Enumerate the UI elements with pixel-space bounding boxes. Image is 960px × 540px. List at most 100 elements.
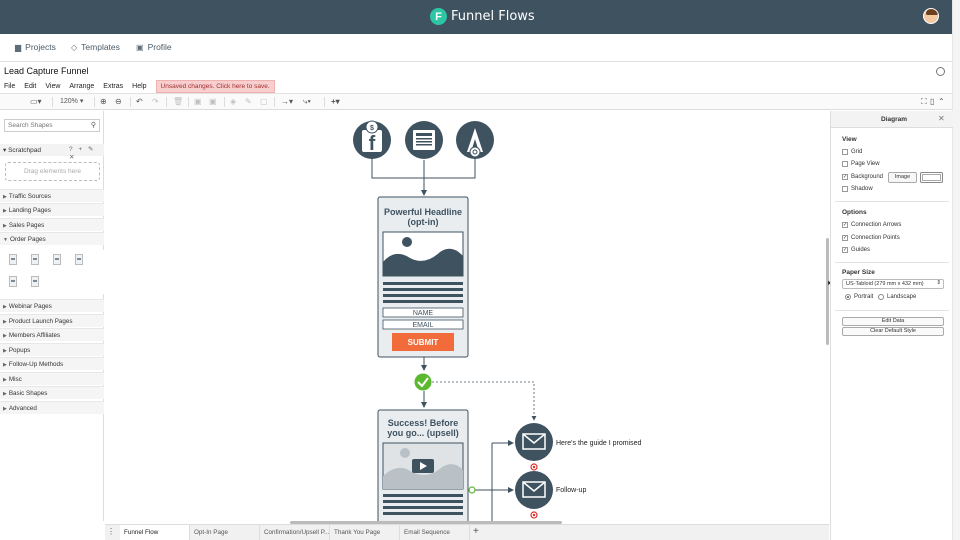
connection-point[interactable] — [468, 486, 476, 494]
order-page-shape[interactable] — [9, 254, 17, 265]
checkbox[interactable] — [842, 149, 848, 155]
shape-search[interactable]: ⚲ — [4, 119, 100, 132]
email-node-2[interactable] — [515, 471, 553, 509]
category-misc[interactable]: ▶ Misc — [0, 372, 104, 385]
checkbox-checked[interactable]: ✓ — [842, 235, 848, 241]
zoom-out-icon[interactable]: ⊖ — [115, 97, 122, 106]
waypoint-style-icon[interactable]: ⤷▾ — [303, 97, 311, 107]
guides-toggle[interactable]: ✓ Guides — [842, 247, 870, 253]
background-color-swatch[interactable] — [920, 172, 943, 183]
order-page-shape[interactable] — [31, 254, 39, 265]
portrait-option[interactable]: Portrait — [845, 294, 873, 300]
category-basic-shapes[interactable]: ▶ Basic Shapes — [0, 386, 104, 399]
category-advanced[interactable]: ▶ Advanced — [0, 401, 104, 414]
scratchpad-drop-zone[interactable]: Drag elements here — [5, 162, 100, 181]
diagram-canvas[interactable]: f $ Powerful Headline (opt-in) NAME EMAI… — [105, 111, 829, 521]
fullscreen-icon[interactable]: ⛶ — [921, 97, 927, 107]
search-icon[interactable]: ⚲ — [91, 121, 96, 129]
order-page-shape[interactable] — [53, 254, 61, 265]
panel-toggle-icon[interactable]: ▭▾ — [30, 97, 42, 106]
connection-style-icon[interactable]: →▾ — [281, 97, 293, 106]
menu-edit[interactable]: Edit — [24, 83, 36, 90]
globe-icon[interactable] — [936, 67, 945, 76]
collapse-icon[interactable]: ⌃ — [938, 97, 945, 106]
format-panel-icon[interactable]: ▯ — [930, 97, 934, 106]
landscape-option[interactable]: Landscape — [878, 294, 916, 300]
order-page-shape[interactable] — [31, 276, 39, 287]
optin-page-node[interactable]: Powerful Headline (opt-in) NAME EMAIL SU… — [377, 196, 469, 358]
upsell-page-node[interactable]: Success! Before you go... (upsell) — [377, 409, 469, 521]
redo-icon[interactable]: ↷ — [152, 97, 159, 106]
connection-points-toggle[interactable]: ✓ Connection Points — [842, 235, 900, 241]
checkbox[interactable] — [842, 186, 848, 192]
category-order-pages[interactable]: ▼ Order Pages — [0, 232, 104, 245]
checkbox-checked[interactable]: ✓ — [842, 174, 848, 180]
adwords-traffic-node[interactable] — [456, 121, 494, 159]
paper-size-select[interactable]: US-Tabloid (279 mm x 432 mm) ⇕ — [842, 279, 944, 289]
nav-templates[interactable]: ◇ Templates — [71, 42, 120, 52]
zoom-in-icon[interactable]: ⊕ — [100, 97, 107, 106]
nav-projects[interactable]: ▆ Projects — [15, 42, 56, 52]
tab-confirmation-upsell[interactable]: Confirmation/Upsell P... — [260, 525, 330, 540]
news-traffic-node[interactable] — [405, 121, 443, 159]
scratchpad-header[interactable]: ▾ Scratchpad ? + ✎ ✕ — [0, 144, 104, 161]
tab-thank-you-page[interactable]: Thank You Page — [330, 525, 400, 540]
condition-check-node[interactable] — [413, 372, 433, 392]
order-page-shape[interactable] — [9, 276, 17, 287]
category-webinar-pages[interactable]: ▶ Webinar Pages — [0, 299, 104, 312]
user-avatar[interactable] — [923, 8, 939, 24]
menu-arrange[interactable]: Arrange — [69, 83, 94, 90]
undo-icon[interactable]: ↶ — [136, 97, 143, 106]
shadow-icon[interactable]: ▢ — [260, 97, 268, 106]
unsaved-changes-notice[interactable]: Unsaved changes. Click here to save. — [155, 80, 275, 93]
tabs-menu-icon[interactable]: ⋮ — [107, 527, 115, 536]
connector[interactable] — [371, 158, 424, 179]
category-popups[interactable]: ▶ Popups — [0, 343, 104, 356]
canvas-vertical-scrollbar[interactable] — [826, 238, 829, 345]
connector[interactable] — [424, 158, 476, 179]
shape-search-input[interactable] — [5, 120, 89, 131]
insert-icon[interactable]: +▾ — [331, 97, 340, 106]
shadow-toggle[interactable]: Shadow — [842, 186, 873, 192]
page-scrollbar[interactable] — [952, 0, 960, 540]
brand[interactable]: F Funnel Flows — [430, 8, 535, 25]
order-page-shape[interactable] — [75, 254, 83, 265]
category-product-launch-pages[interactable]: ▶ Product Launch Pages — [0, 314, 104, 327]
fill-color-icon[interactable]: ◈ — [230, 97, 236, 106]
tab-funnel-flow[interactable]: Funnel Flow — [120, 525, 190, 540]
tab-email-sequence[interactable]: Email Sequence — [400, 525, 470, 540]
delete-icon[interactable]: 🗑 — [173, 97, 183, 106]
menu-file[interactable]: File — [4, 83, 15, 90]
zoom-select[interactable]: 120% ▾ — [60, 97, 83, 105]
grid-toggle[interactable]: Grid — [842, 149, 862, 155]
close-icon[interactable]: ✕ — [938, 114, 945, 123]
clear-default-style-button[interactable]: Clear Default Style — [842, 327, 944, 336]
tab-opt-in-page[interactable]: Opt-In Page — [190, 525, 260, 540]
background-toggle[interactable]: ✓ Background — [842, 174, 883, 180]
page-view-toggle[interactable]: Page View — [842, 161, 880, 167]
scratchpad-tools[interactable]: ? + ✎ ✕ — [69, 145, 104, 161]
checkbox[interactable] — [842, 161, 848, 167]
radio-selected[interactable] — [845, 294, 851, 300]
category-follow-up-methods[interactable]: ▶ Follow-Up Methods — [0, 357, 104, 370]
line-color-icon[interactable]: ✎ — [245, 97, 252, 106]
edit-data-button[interactable]: Edit Data — [842, 317, 944, 326]
checkbox-checked[interactable]: ✓ — [842, 222, 848, 228]
checkbox-checked[interactable]: ✓ — [842, 247, 848, 253]
add-page-icon[interactable]: + — [473, 526, 479, 537]
menu-help[interactable]: Help — [132, 83, 146, 90]
email-node-1[interactable] — [515, 423, 553, 461]
connection-arrows-toggle[interactable]: ✓ Connection Arrows — [842, 222, 901, 228]
menu-view[interactable]: View — [45, 83, 60, 90]
category-sales-pages[interactable]: ▶ Sales Pages — [0, 218, 104, 231]
to-back-icon[interactable]: ▣ — [209, 97, 217, 106]
nav-profile[interactable]: ▣ Profile — [136, 42, 172, 52]
to-front-icon[interactable]: ▣ — [194, 97, 202, 106]
menu-extras[interactable]: Extras — [103, 83, 123, 90]
document-title[interactable]: Lead Capture Funnel — [4, 66, 89, 76]
category-landing-pages[interactable]: ▶ Landing Pages — [0, 203, 104, 216]
radio[interactable] — [878, 294, 884, 300]
category-members-affiliates[interactable]: ▶ Members Affiliates — [0, 328, 104, 341]
facebook-traffic-node[interactable]: f $ — [353, 120, 391, 159]
category-traffic-sources[interactable]: ▶ Traffic Sources — [0, 189, 104, 202]
